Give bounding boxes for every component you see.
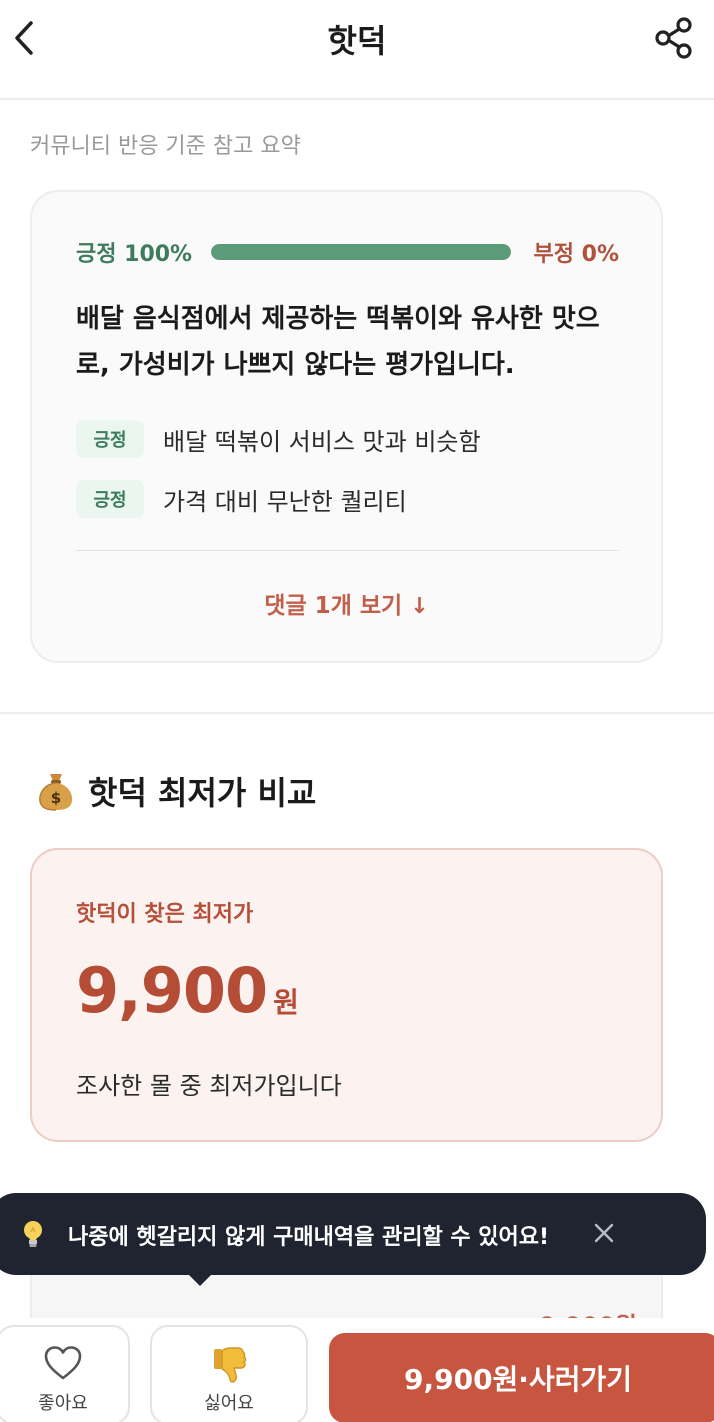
dislike-button[interactable]: 싫어요 xyxy=(150,1325,308,1422)
summary-point: 긍정 가격 대비 무난한 퀄리티 xyxy=(76,478,621,520)
dislike-label: 싫어요 xyxy=(204,1393,254,1414)
summary-card: 긍정 100% 부정 0% 배달 음식점에서 제공하는 떡볶이와 유사한 맛으로… xyxy=(30,190,663,663)
summary-point-text: 가격 대비 무난한 퀄리티 xyxy=(163,488,407,516)
share-icon xyxy=(655,17,692,59)
view-comments-link[interactable]: 댓글 1개 보기 ↓ xyxy=(32,586,661,620)
lowest-price-card: 핫덕이 찾은 최저가 9,900 원 조사한 몰 중 최저가입니다 xyxy=(30,848,663,1142)
lowest-price-description: 조사한 몰 중 최저가입니다 xyxy=(76,1072,342,1100)
toast-message: 나중에 헷갈리지 않게 구매내역을 관리할 수 있어요! xyxy=(0,1193,706,1275)
price-section-title: 핫덕 최저가 비교 xyxy=(88,774,317,812)
toast-close-button[interactable] xyxy=(586,1215,622,1251)
sentiment-bar-fill xyxy=(211,244,511,260)
heart-outline-icon xyxy=(44,1346,82,1380)
price-section-heading: $ 핫덕 최저가 비교 xyxy=(36,766,316,816)
positive-label: 긍정 100% xyxy=(76,242,193,267)
toast-pointer xyxy=(188,1274,212,1286)
summary-point-text: 배달 떡볶이 서비스 맛과 비슷함 xyxy=(163,428,481,456)
thumbs-down-icon xyxy=(214,1347,247,1383)
moneybag-icon: $ xyxy=(39,774,73,811)
price-currency-unit: 원 xyxy=(273,986,299,1019)
top-app-bar: 핫덕 xyxy=(0,0,714,100)
positive-badge: 긍정 xyxy=(76,420,144,458)
divider xyxy=(76,550,619,551)
section-divider xyxy=(0,712,714,714)
lowest-price-value: 9,900 xyxy=(76,954,268,1027)
share-button[interactable] xyxy=(650,14,698,62)
lowest-price-label: 핫덕이 찾은 최저가 xyxy=(76,902,254,927)
buy-button-label: 9,900원·사러가기 xyxy=(403,1363,632,1396)
summary-caption: 커뮤니티 반응 기준 참고 요약 xyxy=(30,134,301,159)
positive-badge: 긍정 xyxy=(76,480,144,518)
buy-button[interactable]: 9,900원·사러가기 xyxy=(329,1333,714,1422)
sentiment-bar xyxy=(211,244,511,260)
sentiment-row: 긍정 100% 부정 0% xyxy=(76,236,620,267)
arrow-down-icon: ↓ xyxy=(410,594,429,619)
lightbulb-icon xyxy=(24,1221,42,1247)
toast-text: 나중에 헷갈리지 않게 구매내역을 관리할 수 있어요! xyxy=(68,1225,550,1250)
lowest-price-row: 9,900 원 xyxy=(76,954,299,1027)
bottom-action-bar: 좋아요 싫어요 9,900원·사러가기 xyxy=(0,1318,714,1422)
like-button[interactable]: 좋아요 xyxy=(0,1325,130,1422)
summary-text: 배달 음식점에서 제공하는 떡볶이와 유사한 맛으로, 가성비가 나쁘지 않다는… xyxy=(76,304,600,380)
summary-point: 긍정 배달 떡볶이 서비스 맛과 비슷함 xyxy=(76,418,621,460)
view-comments-label: 댓글 1개 보기 xyxy=(264,593,403,619)
negative-label: 부정 0% xyxy=(533,242,620,267)
like-label: 좋아요 xyxy=(38,1393,88,1414)
page-title: 핫덕 xyxy=(327,22,387,60)
svg-text:$: $ xyxy=(51,789,61,807)
close-icon xyxy=(594,1223,614,1243)
